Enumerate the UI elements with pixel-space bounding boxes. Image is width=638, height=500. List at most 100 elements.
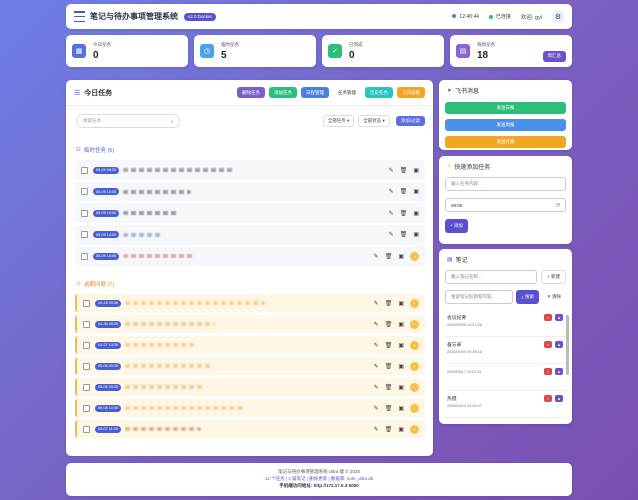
note-item[interactable]: 备忘录 2026/05/09 09:35:16 ▪ ▲ — [445, 337, 566, 364]
status-filter-select[interactable]: 全部状态 ▾ — [358, 115, 390, 127]
trash-icon[interactable]: 🗑 — [400, 210, 408, 217]
task-checkbox[interactable] — [83, 362, 90, 370]
task-checkbox[interactable] — [81, 252, 88, 260]
trash-icon[interactable]: 🗑 — [385, 342, 393, 349]
edit-icon[interactable]: ✎ — [374, 384, 379, 391]
note-item[interactable]: 热键 2026/04/13 12:50:47 ▪ ▲ — [445, 391, 566, 418]
stat-value: 5 — [221, 49, 227, 61]
quick-time-input[interactable]: 09:00 ◷ — [445, 198, 566, 212]
trash-icon[interactable]: ▪ — [544, 341, 552, 348]
task-date-badge: 05-06 09:30 — [95, 362, 122, 370]
camera-icon[interactable]: ▣ — [398, 363, 404, 370]
upload-icon[interactable]: ▲ — [555, 395, 563, 402]
edit-icon[interactable]: ✎ — [374, 300, 379, 307]
camera-icon[interactable]: ▣ — [398, 426, 404, 433]
camera-icon[interactable]: ▣ — [398, 384, 404, 391]
trash-icon[interactable]: ▪ — [544, 314, 552, 321]
task-checkbox[interactable] — [83, 320, 90, 328]
task-checkbox[interactable] — [83, 425, 90, 433]
new-note-button[interactable]: + 新建 — [541, 270, 566, 284]
camera-icon[interactable]: ▣ — [398, 300, 404, 307]
note-search-input[interactable]: 搜索笔记标题和内容... — [445, 290, 514, 304]
camera-icon[interactable]: ▣ — [398, 342, 404, 349]
note-name-input[interactable]: 输入笔记名称... — [445, 270, 538, 284]
edit-icon[interactable]: ✎ — [374, 363, 379, 370]
camera-icon[interactable]: ▣ — [413, 210, 419, 217]
trash-icon[interactable]: 🗑 — [400, 188, 408, 195]
move-icon[interactable]: ← — [410, 298, 419, 308]
app-header: 笔记与待办事项管理系统 v2.0 Docker 12:48:44 已连接 欢迎,… — [66, 4, 572, 29]
status-dot-icon — [488, 14, 493, 19]
task-checkbox[interactable] — [83, 341, 90, 349]
move-icon[interactable]: ← — [410, 340, 419, 350]
trash-icon[interactable]: ▪ — [544, 395, 552, 402]
edit-icon[interactable]: ✎ — [389, 167, 394, 174]
trash-icon[interactable]: 🗑 — [385, 300, 393, 307]
upload-icon[interactable]: ▲ — [555, 341, 563, 348]
edit-icon[interactable]: ✎ — [374, 342, 379, 349]
move-icon[interactable]: ← — [410, 319, 419, 329]
task-checkbox[interactable] — [81, 188, 88, 195]
scrollbar[interactable] — [566, 315, 569, 375]
send-monthly-button[interactable]: 发送月报 — [445, 136, 566, 148]
task-manage-button[interactable]: 任务管理 — [333, 87, 361, 98]
note-clear-button[interactable]: ✕ 清除 — [541, 290, 566, 304]
camera-icon[interactable]: ▣ — [413, 167, 419, 174]
edit-icon[interactable]: ✎ — [389, 188, 394, 195]
edit-icon[interactable]: ✎ — [374, 253, 379, 260]
camera-icon[interactable]: ▣ — [413, 231, 419, 238]
trash-icon[interactable]: 🗑 — [385, 363, 393, 370]
task-checkbox[interactable] — [83, 383, 90, 391]
edit-icon[interactable]: ✎ — [389, 231, 394, 238]
send-daily-button[interactable]: 发送日报 — [445, 102, 566, 114]
move-icon[interactable]: ← — [410, 424, 419, 434]
note-item[interactable]: 2026/04/17 11:22:31 ▪ ▲ — [445, 364, 566, 391]
task-filter-select[interactable]: 全部任务 ▾ — [322, 115, 355, 127]
edit-icon[interactable]: ✎ — [374, 321, 379, 328]
move-icon[interactable]: ← — [410, 403, 419, 413]
trash-icon[interactable]: 🗑 — [400, 231, 408, 238]
quick-add-button[interactable]: + 添加 — [445, 219, 468, 233]
gear-icon[interactable]: ⚙ — [552, 10, 564, 23]
task-checkbox[interactable] — [83, 299, 90, 307]
edit-icon[interactable]: ✎ — [389, 210, 394, 217]
trash-icon[interactable]: 🗑 — [385, 321, 393, 328]
task-checkbox[interactable] — [81, 166, 88, 174]
quick-task-input[interactable]: 输入任务内容... — [445, 177, 566, 191]
weekly-summary-button[interactable]: 周汇总 — [542, 50, 566, 62]
daily-report-button[interactable]: 工作日报 — [397, 87, 425, 98]
trash-icon[interactable]: 🗑 — [385, 384, 393, 391]
quick-add-panel: ⚡ 快速添加任务 输入任务内容... 09:00 ◷ + 添加 — [439, 156, 572, 244]
task-search-input[interactable]: 搜索任务... ⌕ — [76, 114, 180, 128]
task-checkbox[interactable] — [81, 209, 88, 217]
task-checkbox[interactable] — [81, 231, 88, 238]
add-task-button[interactable]: 添加任务 — [269, 87, 297, 98]
schedule-button[interactable]: 日程管理 — [301, 87, 329, 98]
edit-icon[interactable]: ✎ — [374, 405, 379, 412]
trash-icon[interactable]: 🗑 — [400, 167, 408, 174]
camera-icon[interactable]: ▣ — [398, 321, 404, 328]
move-icon[interactable]: ← — [410, 382, 419, 392]
trash-icon[interactable]: 🗑 — [385, 253, 393, 260]
delete-task-button[interactable]: 删除任务 — [237, 87, 265, 98]
task-checkbox[interactable] — [83, 404, 90, 412]
move-icon[interactable]: → — [410, 251, 419, 261]
history-button[interactable]: 历史任务 — [365, 87, 393, 98]
trash-icon[interactable]: 🗑 — [385, 426, 393, 433]
camera-icon[interactable]: ▣ — [413, 188, 419, 195]
move-icon[interactable]: ← — [410, 361, 419, 371]
note-item[interactable]: 会议纪要 2026/05/09 12:47:56 ▪ ▲ — [445, 310, 566, 337]
send-weekly-button[interactable]: 发送周报 — [445, 119, 566, 131]
camera-icon[interactable]: ▣ — [398, 405, 404, 412]
edit-icon[interactable]: ✎ — [374, 426, 379, 433]
trash-icon[interactable]: ▪ — [544, 368, 552, 375]
feishu-panel: ➤ 飞书消息 发送日报 发送周报 发送月报 — [439, 80, 572, 150]
note-search-button[interactable]: ⌕ 搜索 — [516, 290, 539, 304]
upload-icon[interactable]: ▲ — [555, 368, 563, 375]
filter-button[interactable]: 添加/过滤 — [395, 116, 425, 126]
list-icon: ☰ — [74, 89, 81, 97]
task-text-redacted — [125, 427, 201, 431]
upload-icon[interactable]: ▲ — [555, 314, 563, 321]
trash-icon[interactable]: 🗑 — [385, 405, 393, 412]
camera-icon[interactable]: ▣ — [398, 253, 404, 260]
